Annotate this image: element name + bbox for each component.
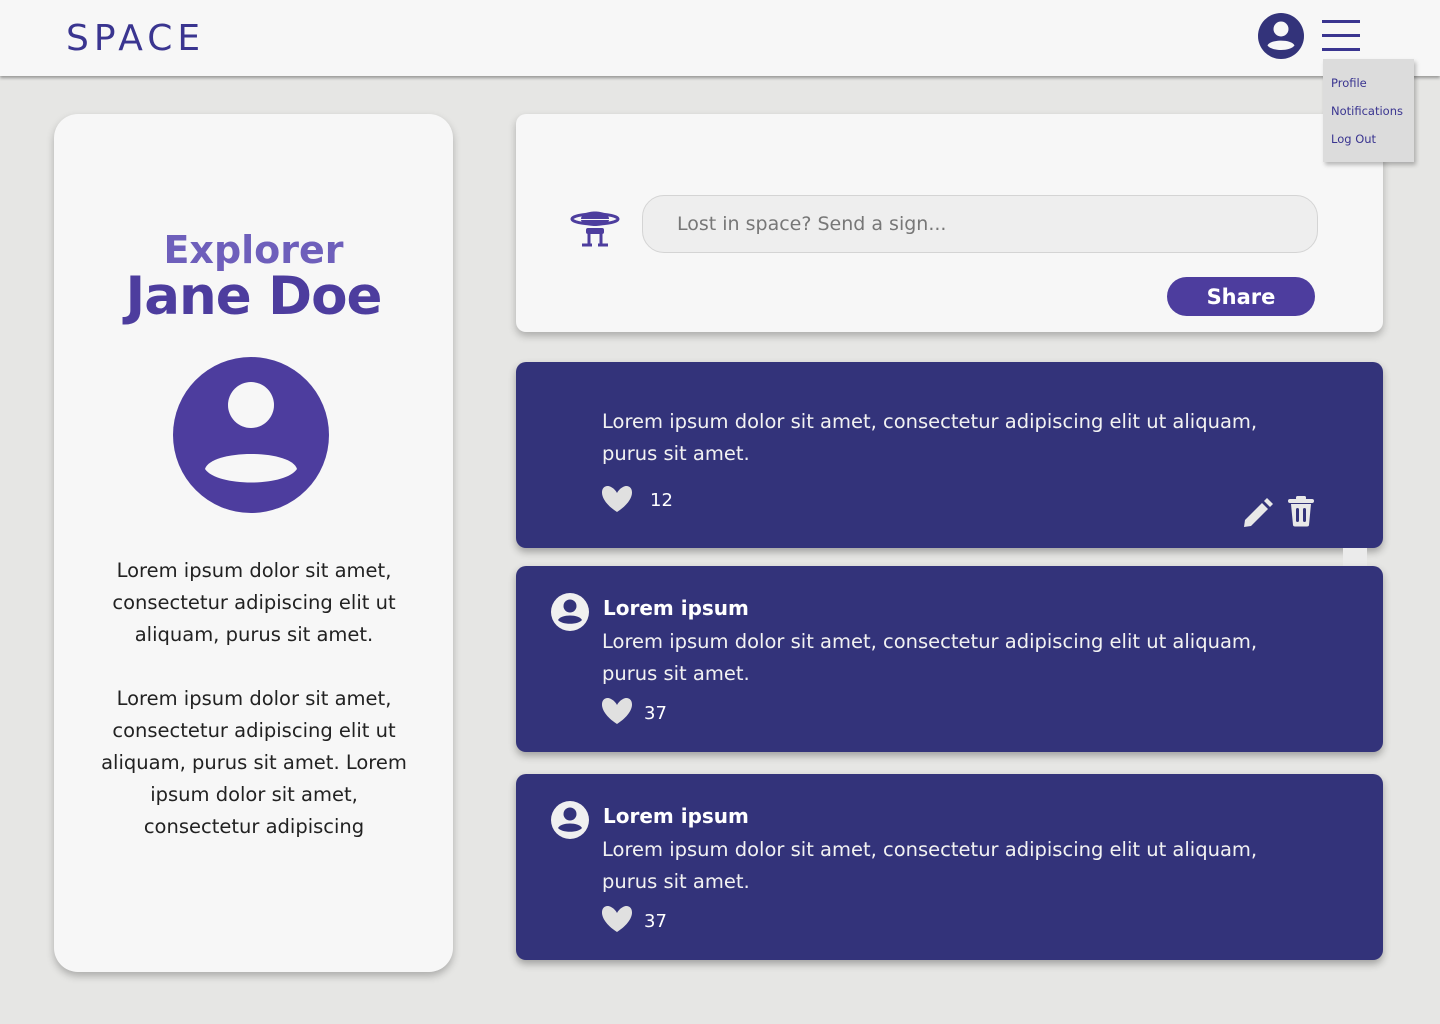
profile-name: Jane Doe — [125, 266, 383, 327]
post-author[interactable]: Lorem ipsum — [603, 804, 749, 828]
like-count: 12 — [650, 490, 673, 511]
menu-item-logout[interactable]: Log Out — [1323, 129, 1414, 157]
user-circle-icon — [173, 357, 329, 513]
heart-icon[interactable] — [600, 485, 634, 513]
scrollbar-tab[interactable] — [1343, 548, 1367, 566]
app-logo[interactable]: SPACE — [66, 18, 205, 59]
planet-robot-icon — [570, 211, 620, 247]
trash-icon[interactable] — [1286, 495, 1316, 527]
user-dropdown-menu: Profile Notifications Log Out — [1323, 59, 1414, 162]
heart-icon[interactable] — [600, 905, 634, 933]
top-header: SPACE — [0, 0, 1440, 76]
profile-bio: Lorem ipsum dolor sit amet, consectetur … — [101, 687, 407, 838]
hamburger-menu-icon[interactable] — [1322, 18, 1362, 54]
post-text: Lorem ipsum dolor sit amet, consectetur … — [602, 410, 1258, 465]
like-count: 37 — [644, 703, 667, 724]
heart-icon[interactable] — [600, 697, 634, 725]
post-card: Lorem ipsum Lorem ipsum dolor sit amet, … — [516, 566, 1383, 752]
menu-item-notifications[interactable]: Notifications — [1323, 101, 1414, 129]
pencil-edit-icon[interactable] — [1240, 497, 1274, 531]
post-text: Lorem ipsum dolor sit amet, consectetur … — [602, 838, 1258, 893]
user-circle-icon — [551, 593, 589, 631]
like-count: 37 — [644, 911, 667, 932]
post-author[interactable]: Lorem ipsum — [603, 596, 749, 620]
post-text: Lorem ipsum dolor sit amet, consectetur … — [602, 630, 1258, 685]
share-button[interactable]: Share — [1167, 277, 1315, 316]
profile-card: Explorer Jane Doe Lorem ipsum dolor sit … — [54, 114, 453, 972]
profile-bio: Lorem ipsum dolor sit amet, consectetur … — [112, 559, 396, 646]
menu-item-profile[interactable]: Profile — [1323, 73, 1414, 101]
post-input[interactable] — [642, 195, 1318, 253]
user-circle-icon[interactable] — [1257, 12, 1305, 60]
user-circle-icon — [551, 801, 589, 839]
post-card: Lorem ipsum dolor sit amet, consectetur … — [516, 362, 1383, 548]
post-composer: Share — [516, 114, 1383, 332]
post-card: Lorem ipsum Lorem ipsum dolor sit amet, … — [516, 774, 1383, 960]
